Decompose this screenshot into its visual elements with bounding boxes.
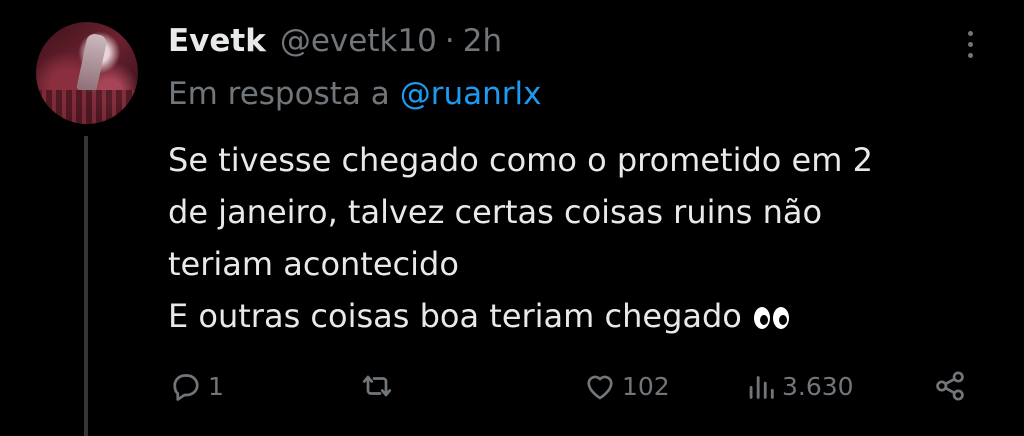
tweet-line: Se tivesse chegado como o prometido em 2 — [168, 141, 873, 179]
share-icon — [936, 371, 964, 401]
tweet-line-last: E outras coisas boa teriam chegado — [168, 290, 988, 342]
avatar[interactable] — [36, 22, 138, 124]
retweet-icon — [362, 375, 392, 397]
heart-icon — [587, 375, 613, 400]
views-bar-chart-icon — [749, 376, 774, 399]
author-handle[interactable]: @evetk10 — [280, 23, 437, 59]
reply-context: Em resposta a @ruanrlx — [168, 76, 541, 112]
retweet-button[interactable] — [358, 362, 400, 410]
thread-line — [84, 136, 88, 436]
tweet-line: de janeiro, talvez certas coisas ruins n… — [168, 193, 823, 231]
tweet-actions: 1 102 3.630 — [168, 362, 988, 410]
reply-mention-link[interactable]: @ruanrlx — [400, 76, 542, 112]
avatar-crowd — [36, 90, 138, 124]
eyes-emoji — [753, 307, 789, 329]
tweet-header: Evetk @evetk10 · 2h — [168, 18, 502, 64]
tweet-line: E outras coisas boa teriam chegado — [168, 297, 742, 335]
more-vertical-icon[interactable] — [958, 24, 982, 64]
like-button[interactable]: 102 — [582, 362, 670, 410]
separator: · — [444, 23, 455, 59]
tweet-line: teriam acontecido — [168, 245, 459, 283]
view-count: 3.630 — [782, 371, 854, 401]
reply-prefix: Em resposta a — [168, 76, 390, 112]
views-button[interactable]: 3.630 — [744, 362, 854, 410]
author-name[interactable]: Evetk — [168, 23, 266, 59]
reply-count: 1 — [208, 371, 224, 401]
avatar-figure — [76, 32, 108, 94]
comment-icon — [173, 374, 199, 401]
reply-button[interactable]: 1 — [168, 362, 224, 410]
like-count: 102 — [622, 371, 670, 401]
tweet-text: Se tivesse chegado como o prometido em 2… — [168, 134, 988, 342]
share-button[interactable] — [932, 362, 968, 410]
timestamp[interactable]: 2h — [463, 23, 502, 59]
